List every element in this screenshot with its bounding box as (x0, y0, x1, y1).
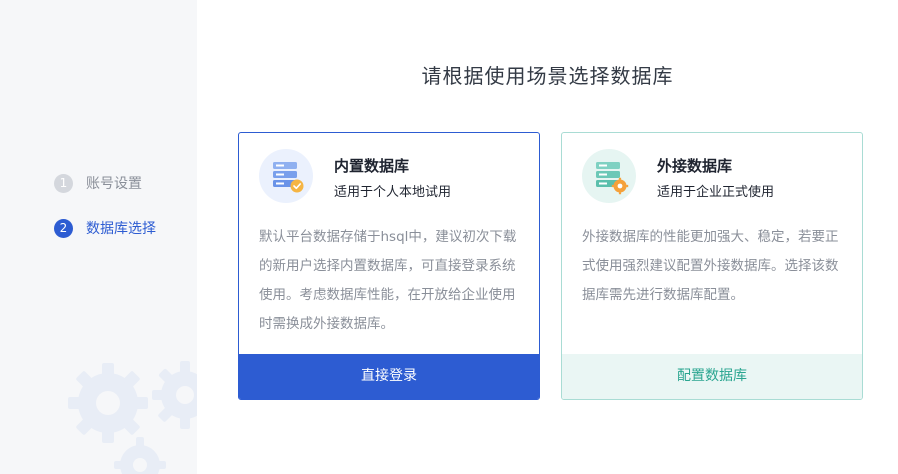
step-database-select[interactable]: 2 数据库选择 (54, 218, 156, 238)
database-gear-icon (582, 149, 636, 203)
step-account-settings[interactable]: 1 账号设置 (54, 173, 142, 193)
step-number: 1 (54, 173, 73, 193)
step-label: 账号设置 (86, 176, 142, 192)
configure-database-button[interactable]: 配置数据库 (562, 354, 862, 399)
card-internal-database[interactable]: 内置数据库 适用于个人本地试用 默认平台数据存储于hsql中，建议初次下载的新用… (238, 132, 540, 400)
card-description: 外接数据库的性能更加强大、稳定，若要正式使用强烈建议配置外接数据库。选择该数据库… (582, 229, 839, 303)
card-title: 外接数据库 (657, 157, 733, 175)
sidebar: 1 账号设置 2 数据库选择 (0, 0, 197, 474)
step-label: 数据库选择 (86, 221, 156, 237)
card-description: 默认平台数据存储于hsql中，建议初次下载的新用户选择内置数据库，可直接登录系统… (259, 229, 517, 332)
card-external-database[interactable]: 外接数据库 适用于企业正式使用 外接数据库的性能更加强大、稳定，若要正式使用强烈… (561, 132, 863, 400)
page-title: 请根据使用场景选择数据库 (421, 64, 674, 88)
database-check-icon (259, 149, 313, 203)
step-number: 2 (54, 218, 73, 238)
card-title: 内置数据库 (334, 157, 410, 175)
gears-decoration-icon (68, 361, 197, 474)
card-subtitle: 适用于企业正式使用 (657, 185, 775, 200)
direct-login-button[interactable]: 直接登录 (239, 354, 539, 399)
card-subtitle: 适用于个人本地试用 (334, 185, 452, 200)
